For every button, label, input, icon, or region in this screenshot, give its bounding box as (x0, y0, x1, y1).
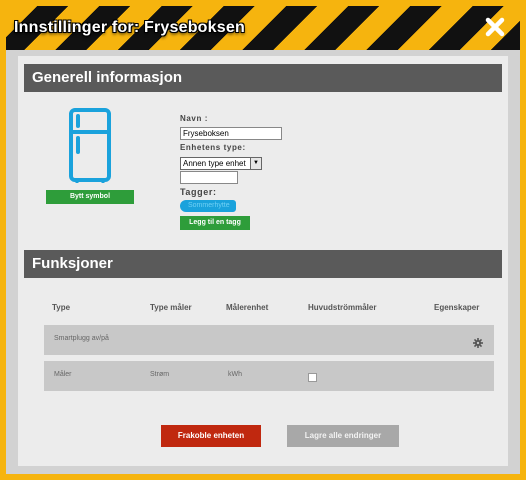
dialog-panel: Generell informasjon Bytt symbol Navn : … (18, 56, 508, 466)
table-row: Måler Strøm kWh (44, 361, 494, 391)
name-input[interactable]: Fryseboksen (180, 127, 282, 140)
column-header-main-meter: Huvudströmmåler (308, 303, 377, 312)
dialog-title: Innstillinger for: Fryseboksen (14, 19, 245, 36)
main-meter-checkbox[interactable] (308, 373, 317, 382)
column-header-properties: Egenskaper (434, 303, 480, 312)
gear-icon[interactable] (473, 335, 483, 348)
settings-dialog: Innstillinger for: Fryseboksen Generell … (0, 0, 526, 480)
tags-label: Tagger: (180, 187, 217, 197)
tag-chip[interactable]: Sommerhytte (180, 200, 236, 212)
device-type-select[interactable]: Annen type enhet ▼ (180, 157, 262, 170)
table-row: Smartplugg av/på (44, 325, 494, 355)
save-all-button[interactable]: Lagre alle endringer (287, 425, 399, 447)
column-header-meter-type: Type måler (150, 303, 192, 312)
change-symbol-button[interactable]: Bytt symbol (46, 190, 134, 204)
device-type-selected: Annen type enhet (183, 159, 246, 168)
dialog-titlebar: Innstillinger for: Fryseboksen (6, 6, 520, 50)
functions-header: Funksjoner (24, 250, 502, 278)
general-info-header: Generell informasjon (24, 64, 502, 92)
column-header-type: Type (52, 303, 71, 312)
name-label: Navn : (180, 114, 209, 123)
cell-unit: kWh (228, 371, 242, 378)
add-tag-button[interactable]: Legg til en tagg (180, 216, 250, 230)
chevron-down-icon: ▼ (250, 158, 261, 169)
device-type-label: Enhetens type: (180, 143, 246, 152)
cell-meter-type: Strøm (150, 371, 170, 378)
column-header-unit: Målerenhet (226, 303, 269, 312)
close-icon[interactable] (484, 16, 506, 38)
fridge-icon (68, 108, 112, 184)
cell-type: Måler (54, 371, 72, 378)
device-type-extra-input[interactable] (180, 171, 238, 184)
cell-type: Smartplugg av/på (54, 335, 109, 342)
disconnect-button[interactable]: Frakoble enheten (161, 425, 261, 447)
